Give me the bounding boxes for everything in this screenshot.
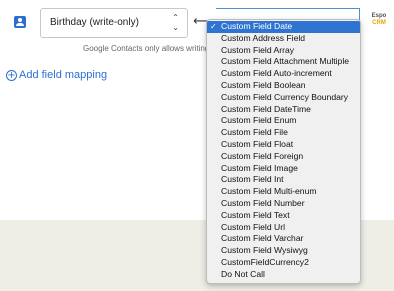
dropdown-option[interactable]: Custom Field File: [207, 127, 360, 139]
dropdown-option[interactable]: Custom Field Currency Boundary: [207, 92, 360, 104]
dropdown-option[interactable]: CustomFieldCurrency2: [207, 257, 360, 269]
dropdown-option[interactable]: ✓ Custom Field Date: [207, 21, 360, 33]
dropdown-option-label: Custom Field Number: [221, 197, 305, 208]
dropdown-option-label: Custom Field Boolean: [221, 79, 306, 90]
dropdown-option[interactable]: Custom Field Float: [207, 139, 360, 151]
dropdown-option-label: Custom Field Image: [221, 162, 298, 173]
dropdown-option-label: Custom Field Date: [221, 21, 293, 31]
dropdown-option[interactable]: Custom Field Int: [207, 174, 360, 186]
dropdown-option[interactable]: Custom Field Enum: [207, 115, 360, 127]
dropdown-option-label: Custom Field Currency Boundary: [221, 91, 349, 102]
espocrm-logo: Espo CRM: [371, 13, 387, 26]
add-field-mapping-link[interactable]: + Add field mapping: [6, 69, 107, 81]
dropdown-option-label: CustomFieldCurrency2: [221, 256, 309, 267]
dropdown-option[interactable]: Custom Field Array: [207, 45, 360, 57]
dropdown-option-label: Custom Field Multi-enum: [221, 186, 317, 197]
dropdown-option[interactable]: Custom Field Wysiwyg: [207, 245, 360, 257]
dropdown-option[interactable]: Custom Address Field: [207, 33, 360, 45]
dropdown-option[interactable]: Custom Field Foreign: [207, 151, 360, 163]
dropdown-option-label: Custom Field File: [221, 127, 288, 138]
dropdown-option-label: Custom Field Wysiwyg: [221, 245, 308, 256]
contact-person-icon: [14, 16, 26, 28]
dropdown-option-label: Custom Field Foreign: [221, 150, 304, 161]
dropdown-option[interactable]: Custom Field Number: [207, 198, 360, 210]
dropdown-option-label: Custom Field Enum: [221, 115, 297, 126]
checkmark-icon: ✓: [210, 22, 217, 31]
add-field-mapping-label: Add field mapping: [19, 69, 108, 81]
select-arrows-icon: ⌃ ⌄: [172, 13, 179, 32]
dropdown-option[interactable]: Custom Field Varchar: [207, 233, 360, 245]
dropdown-option[interactable]: Custom Field Attachment Multiple: [207, 56, 360, 68]
dropdown-option-label: Do Not Call: [221, 268, 265, 279]
dropdown-option[interactable]: Custom Field Url: [207, 222, 360, 234]
dropdown-option[interactable]: Custom Field Text: [207, 210, 360, 222]
plus-circle-icon: +: [6, 69, 17, 81]
target-field-dropdown[interactable]: ✓ Custom Field Date Custom Address Field Cu…: [206, 19, 361, 284]
dropdown-option-label: Custom Field Auto-increment: [221, 68, 332, 79]
dropdown-option-label: Custom Field Float: [221, 138, 294, 149]
dropdown-option-label: Custom Field Array: [221, 44, 295, 55]
dropdown-option[interactable]: Custom Field Multi-enum: [207, 186, 360, 198]
dropdown-option[interactable]: Custom Field DateTime: [207, 104, 360, 116]
dropdown-option[interactable]: Custom Field Auto-increment: [207, 68, 360, 80]
write-only-hint: Google Contacts only allows writing: [83, 44, 206, 53]
dropdown-option-label: Custom Field Attachment Multiple: [221, 56, 350, 67]
dropdown-option-label: Custom Field Int: [221, 174, 284, 185]
dropdown-option[interactable]: Do Not Call: [207, 269, 360, 281]
dropdown-option-label: Custom Field DateTime: [221, 103, 311, 114]
source-field-value: Birthday (write-only): [50, 17, 139, 28]
dropdown-option[interactable]: Custom Field Boolean: [207, 80, 360, 92]
dropdown-option[interactable]: Custom Field Image: [207, 163, 360, 175]
dropdown-option-label: Custom Field Varchar: [221, 233, 304, 244]
dropdown-option-label: Custom Field Text: [221, 209, 290, 220]
dropdown-option-label: Custom Field Url: [221, 221, 285, 232]
dropdown-option-label: Custom Address Field: [221, 32, 306, 43]
source-field-select[interactable]: Birthday (write-only) ⌃ ⌄: [40, 8, 188, 38]
